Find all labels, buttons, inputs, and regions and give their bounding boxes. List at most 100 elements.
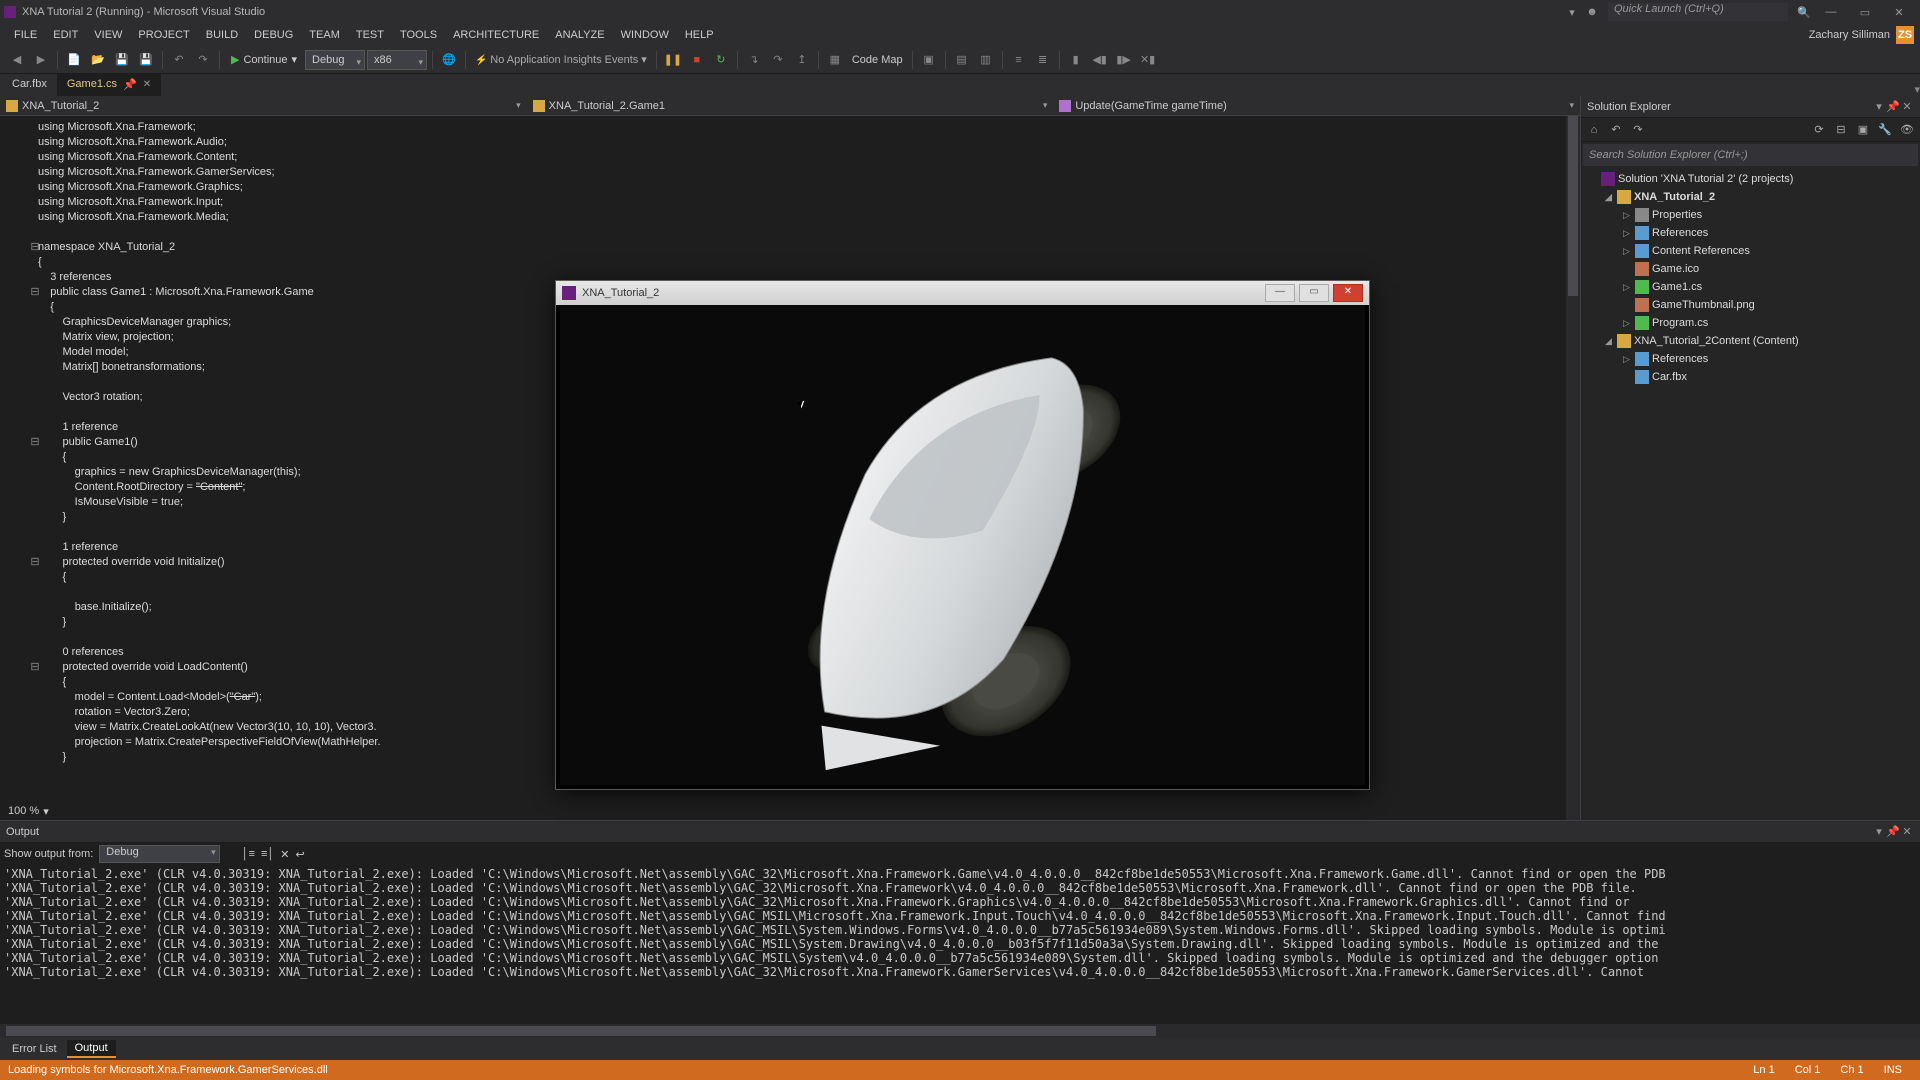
tab-output[interactable]: Output [67, 1040, 116, 1058]
filetab-car-fbx[interactable]: Car.fbx [2, 74, 57, 96]
step-out-button[interactable]: ↥ [791, 49, 813, 71]
minimize-button[interactable]: — [1814, 2, 1848, 22]
tab-close-icon[interactable]: ✕ [143, 79, 151, 90]
output-clear-icon[interactable]: ✕ [280, 848, 289, 861]
solution-tree[interactable]: Solution 'XNA Tutorial 2' (2 projects)◢X… [1581, 168, 1920, 820]
menu-architecture[interactable]: ARCHITECTURE [445, 29, 547, 41]
codemap-button[interactable]: Code Map [848, 54, 907, 66]
game-maximize[interactable]: ▭ [1299, 284, 1329, 302]
menu-tools[interactable]: TOOLS [392, 29, 445, 41]
tb-icon-5[interactable]: ≣ [1032, 49, 1054, 71]
stop-button[interactable]: ■ [686, 49, 708, 71]
output-find-icon[interactable]: │≡ [242, 848, 255, 860]
menu-help[interactable]: HELP [677, 29, 722, 41]
output-dropdown-icon[interactable]: ▾ [1872, 825, 1886, 838]
prev-bookmark-button[interactable]: ◀▮ [1089, 49, 1111, 71]
tree-game-ico[interactable]: Game.ico [1581, 260, 1920, 278]
menu-view[interactable]: VIEW [86, 29, 130, 41]
codemap-icon[interactable]: ▦ [824, 49, 846, 71]
output-pin-icon[interactable]: 📌 [1886, 825, 1900, 838]
game-close[interactable]: ✕ [1333, 284, 1363, 302]
tree-properties[interactable]: ▷Properties [1581, 206, 1920, 224]
pane-close-icon[interactable]: ✕ [1900, 100, 1914, 113]
tree-solution-xna-tutorial-2-2-projects-[interactable]: Solution 'XNA Tutorial 2' (2 projects) [1581, 170, 1920, 188]
nav-fwd-button[interactable]: ▶ [30, 49, 52, 71]
menu-edit[interactable]: EDIT [45, 29, 86, 41]
menu-project[interactable]: PROJECT [130, 29, 197, 41]
tb-icon-4[interactable]: ≡ [1008, 49, 1030, 71]
browser-button[interactable]: 🌐 [438, 49, 460, 71]
maximize-button[interactable]: ▭ [1848, 2, 1882, 22]
tabs-dropdown[interactable]: ▾ [1914, 83, 1920, 96]
tree-xna_tutorial_2[interactable]: ◢XNA_Tutorial_2 [1581, 188, 1920, 206]
menu-build[interactable]: BUILD [198, 29, 246, 41]
outline-toggle[interactable]: ⊟ [30, 660, 40, 675]
collapse-icon[interactable]: ⊟ [1832, 121, 1850, 139]
showall-icon[interactable]: ▣ [1854, 121, 1872, 139]
properties-icon[interactable]: 🔧 [1876, 121, 1894, 139]
clear-bookmarks-button[interactable]: ✕▮ [1137, 49, 1159, 71]
home-icon[interactable]: ⌂ [1585, 121, 1603, 139]
undo-button[interactable]: ↶ [168, 49, 190, 71]
menu-debug[interactable]: DEBUG [246, 29, 301, 41]
close-button[interactable]: ✕ [1882, 2, 1916, 22]
refresh-icon[interactable]: ⟳ [1810, 121, 1828, 139]
game-titlebar[interactable]: XNA_Tutorial_2 — ▭ ✕ [556, 281, 1369, 305]
menu-test[interactable]: TEST [348, 29, 392, 41]
bookmark-button[interactable]: ▮ [1065, 49, 1087, 71]
editor-scrollbar[interactable] [1566, 116, 1580, 820]
tree-content-references[interactable]: ▷Content References [1581, 242, 1920, 260]
zoom-combo[interactable]: 100 %▾ [0, 802, 57, 820]
tree-game1-cs[interactable]: ▷Game1.cs [1581, 278, 1920, 296]
step-over-button[interactable]: ↷ [767, 49, 789, 71]
config-combo[interactable]: Debug [305, 50, 365, 70]
nav-scope[interactable]: XNA_Tutorial_2 [0, 96, 527, 115]
menu-analyze[interactable]: ANALYZE [547, 29, 612, 41]
tb-icon-1[interactable]: ▣ [918, 49, 940, 71]
menu-window[interactable]: WINDOW [613, 29, 677, 41]
tree-xna_tutorial_2content-content-[interactable]: ◢XNA_Tutorial_2Content (Content) [1581, 332, 1920, 350]
outline-toggle[interactable]: ⊟ [30, 285, 40, 300]
notification-icon[interactable]: ▾ [1562, 6, 1582, 19]
new-button[interactable]: 📄 [63, 49, 85, 71]
step-into-button[interactable]: ↴ [743, 49, 765, 71]
tree-gamethumbnail-png[interactable]: GameThumbnail.png [1581, 296, 1920, 314]
platform-combo[interactable]: x86 [367, 50, 427, 70]
back-icon[interactable]: ↶ [1607, 121, 1625, 139]
app-insights[interactable]: ⚡ No Application Insights Events ▾ [471, 53, 651, 66]
open-button[interactable]: 📂 [87, 49, 109, 71]
tab-errorlist[interactable]: Error List [4, 1041, 65, 1057]
save-all-button[interactable]: 💾 [135, 49, 157, 71]
menu-file[interactable]: FILE [6, 29, 45, 41]
next-bookmark-button[interactable]: ▮▶ [1113, 49, 1135, 71]
feedback-icon[interactable]: ☻ [1582, 6, 1602, 18]
search-icon[interactable]: 🔍 [1794, 6, 1814, 19]
menu-team[interactable]: TEAM [301, 29, 348, 41]
preview-icon[interactable]: 👁 [1898, 121, 1916, 139]
game-window[interactable]: XNA_Tutorial_2 — ▭ ✕ [555, 280, 1370, 790]
nav-class[interactable]: XNA_Tutorial_2.Game1 [527, 96, 1054, 115]
output-source-combo[interactable]: Debug [99, 845, 219, 863]
continue-button[interactable]: ▶Continue▾ [225, 50, 303, 70]
output-goto-icon[interactable]: ≡│ [261, 848, 274, 860]
game-minimize[interactable]: — [1265, 284, 1295, 302]
tree-references[interactable]: ▷References [1581, 224, 1920, 242]
tb-icon-3[interactable]: ▥ [975, 49, 997, 71]
output-text[interactable]: 'XNA_Tutorial_2.exe' (CLR v4.0.30319: XN… [0, 865, 1920, 1024]
output-wrap-icon[interactable]: ↩ [296, 848, 305, 861]
outline-toggle[interactable]: ⊟ [30, 240, 40, 255]
nav-back-button[interactable]: ◀ [6, 49, 28, 71]
pane-dropdown-icon[interactable]: ▾ [1872, 100, 1886, 113]
user-avatar[interactable]: ZS [1896, 26, 1914, 44]
tree-references[interactable]: ▷References [1581, 350, 1920, 368]
output-close-icon[interactable]: ✕ [1900, 825, 1914, 838]
restart-button[interactable]: ↻ [710, 49, 732, 71]
quick-launch-input[interactable]: Quick Launch (Ctrl+Q) [1608, 3, 1788, 21]
filetab-game1-cs[interactable]: Game1.cs📌✕ [57, 74, 161, 96]
fwd-icon[interactable]: ↷ [1629, 121, 1647, 139]
save-button[interactable]: 💾 [111, 49, 133, 71]
nav-member[interactable]: Update(GameTime gameTime) [1053, 96, 1580, 115]
pause-button[interactable]: ❚❚ [662, 49, 684, 71]
output-hscroll[interactable] [0, 1024, 1920, 1038]
user-name[interactable]: Zachary Silliman [1809, 29, 1890, 41]
